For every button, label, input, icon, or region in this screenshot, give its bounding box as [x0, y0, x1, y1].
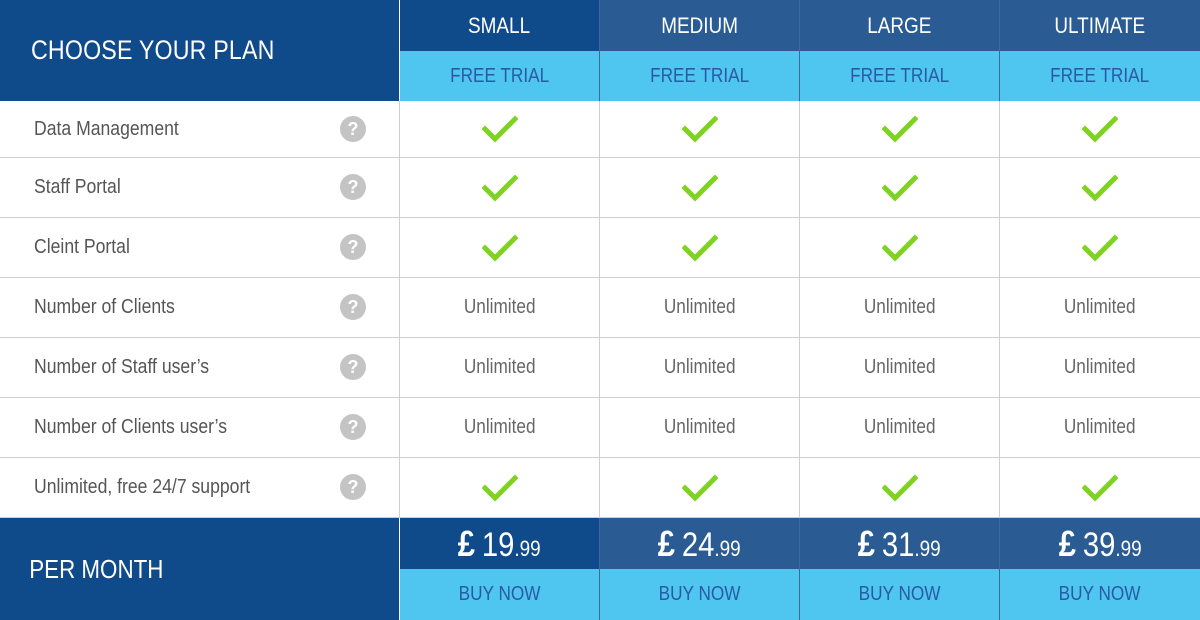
feature-value: Unlimited: [663, 296, 736, 318]
check-icon: [600, 101, 799, 157]
feature-label: Data Management: [34, 117, 179, 140]
buy-now-button-ultimate[interactable]: BUY NOW: [1000, 569, 1200, 620]
question-circle-icon[interactable]: ?: [340, 234, 366, 260]
plan-name-ultimate: ULTIMATE: [1000, 0, 1200, 51]
free-trial-button-ultimate[interactable]: FREE TRIAL: [1000, 51, 1200, 101]
feature-value: Unlimited: [463, 356, 536, 378]
feature-label: Cleint Portal: [34, 236, 130, 258]
free-trial-button-large[interactable]: FREE TRIAL: [800, 51, 999, 101]
check-icon: [800, 101, 999, 157]
per-month-title: PER MONTH: [29, 553, 164, 584]
question-circle-icon[interactable]: ?: [340, 294, 366, 320]
feature-value: Unlimited: [663, 416, 736, 438]
footer-divider: [599, 518, 600, 620]
per-month-footer: PER MONTH: [0, 518, 399, 620]
feature-row: Number of Staff user’s? Unlimited Unlimite…: [0, 338, 1200, 398]
question-circle-icon[interactable]: ?: [340, 354, 366, 380]
column-divider: [999, 101, 1000, 518]
check-icon: [1000, 458, 1200, 517]
column-divider: [799, 101, 800, 518]
plan-name-medium: MEDIUM: [600, 0, 799, 51]
choose-plan-header: CHOOSE YOUR PLAN: [0, 0, 399, 101]
check-icon: [800, 218, 999, 277]
feature-row: Number of Clients? Unlimited Unlimited Unli…: [0, 278, 1200, 338]
header-divider: [799, 0, 800, 101]
buy-now-button-large[interactable]: BUY NOW: [800, 569, 999, 620]
price-small: £19.99: [400, 518, 599, 569]
feature-value: Unlimited: [863, 356, 936, 378]
plan-name-small: SMALL: [400, 0, 599, 51]
choose-plan-title: CHOOSE YOUR PLAN: [30, 35, 275, 65]
check-icon: [400, 158, 599, 217]
check-icon: [600, 218, 799, 277]
header-divider: [599, 0, 600, 101]
check-icon: [800, 158, 999, 217]
price-large: £31.99: [800, 518, 999, 569]
question-circle-icon[interactable]: ?: [340, 174, 366, 200]
plan-name-large: LARGE: [800, 0, 999, 51]
feature-row: Unlimited, free 24/7 support?: [0, 458, 1200, 518]
feature-value: Unlimited: [663, 356, 736, 378]
feature-value: Unlimited: [863, 416, 936, 438]
price-ultimate: £39.99: [1000, 518, 1200, 569]
question-circle-icon[interactable]: ?: [340, 474, 366, 500]
check-icon: [1000, 101, 1200, 157]
feature-value: Unlimited: [1064, 356, 1136, 378]
footer-divider: [799, 518, 800, 620]
footer-divider: [999, 518, 1000, 620]
feature-label: Number of Clients: [34, 296, 175, 318]
feature-value: Unlimited: [863, 296, 936, 318]
column-divider: [599, 101, 600, 518]
pricing-table: CHOOSE YOUR PLAN SMALL MEDIUM LARGE ULTI…: [0, 0, 1200, 620]
header-divider: [999, 0, 1000, 101]
check-icon: [600, 158, 799, 217]
check-icon: [400, 101, 599, 157]
check-icon: [400, 218, 599, 277]
feature-value: Unlimited: [463, 416, 536, 438]
feature-row: Staff Portal?: [0, 158, 1200, 218]
buy-now-button-medium[interactable]: BUY NOW: [600, 569, 799, 620]
check-icon: [600, 458, 799, 517]
feature-row: Number of Clients user’s? Unlimited Unlimi…: [0, 398, 1200, 458]
check-icon: [1000, 158, 1200, 217]
feature-row: Cleint Portal?: [0, 218, 1200, 278]
feature-value: Unlimited: [1064, 416, 1136, 438]
feature-row: Data Management?: [0, 101, 1200, 158]
free-trial-button-small[interactable]: FREE TRIAL: [400, 51, 599, 101]
buy-now-button-small[interactable]: BUY NOW: [400, 569, 599, 620]
feature-label: Staff Portal: [34, 176, 121, 198]
feature-value: Unlimited: [1064, 296, 1136, 318]
question-circle-icon[interactable]: ?: [340, 116, 366, 142]
feature-label: Number of Staff user’s: [34, 356, 210, 378]
free-trial-button-medium[interactable]: FREE TRIAL: [600, 51, 799, 101]
check-icon: [400, 458, 599, 517]
feature-value: Unlimited: [463, 296, 536, 318]
price-medium: £24.99: [600, 518, 799, 569]
column-divider: [399, 101, 400, 518]
question-circle-icon[interactable]: ?: [340, 414, 366, 440]
feature-label: Number of Clients user’s: [34, 416, 228, 438]
check-icon: [800, 458, 999, 517]
check-icon: [1000, 218, 1200, 277]
feature-label: Unlimited, free 24/7 support: [34, 476, 251, 498]
